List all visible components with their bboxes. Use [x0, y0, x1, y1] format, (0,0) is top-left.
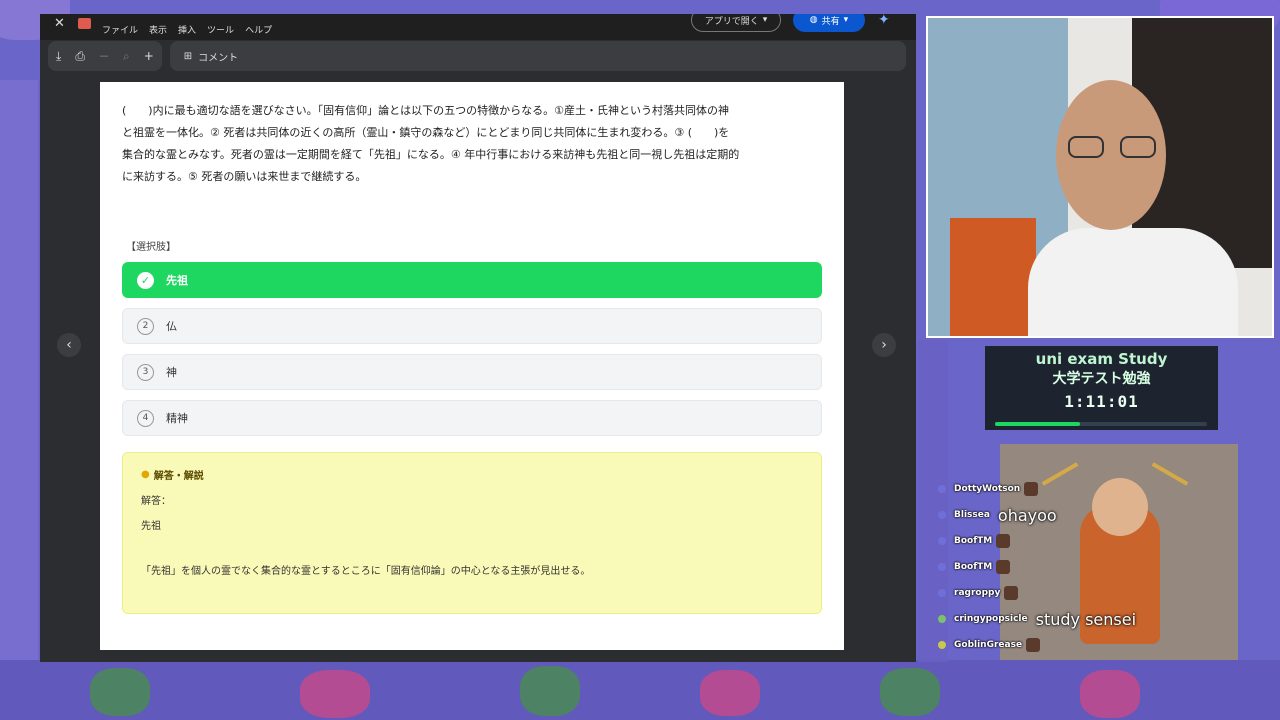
explanation-text: 「先祖」を個人の霊でなく集合的な霊とするところに「固有信仰論」の中心となる主張が… — [141, 566, 591, 577]
chevron-down-icon: ▾ — [843, 15, 849, 25]
chat-username: BoofTM — [954, 562, 993, 572]
menu-help[interactable]: ヘルプ — [245, 23, 272, 36]
close-icon[interactable]: ✕ — [54, 16, 65, 31]
chat-username: GoblinGrease — [954, 640, 1023, 650]
user-badge-icon — [938, 485, 946, 493]
comment-label: コメント — [198, 52, 239, 64]
print-icon[interactable]: ⎙ — [75, 49, 85, 64]
answer-heading-text: 解答・解説 — [153, 471, 204, 482]
globe-icon: ◍ — [809, 15, 818, 25]
timer-title-jp: 大学テスト勉強 — [1052, 371, 1151, 387]
sparkle-icon[interactable]: ✦ — [878, 14, 890, 28]
timer-clock: 1:11:01 — [1064, 392, 1139, 411]
chat-message: Blissea ohayoo — [938, 502, 1238, 528]
chat-username: cringypopsicle — [954, 614, 1028, 624]
chat-message: ragroppy — [938, 580, 1238, 606]
choice-1[interactable]: ✓ 先祖 — [122, 262, 822, 298]
answer-label: 解答： — [141, 496, 171, 507]
choice-number: 4 — [137, 409, 154, 427]
comment-button[interactable]: ⊞ コメント — [169, 41, 906, 71]
user-badge-icon — [938, 537, 946, 545]
question-line: と祖霊を一体化。② 死者は共同体の近くの高所（霊山・鎮守の森など）にとどまり同じ… — [122, 126, 730, 139]
question-line: に来訪する。⑤ 死者の願いは来世まで継続する。 — [122, 170, 367, 183]
dragon-poster — [950, 218, 1036, 336]
chat-username: Blissea — [954, 510, 990, 520]
emote-icon — [1026, 638, 1041, 652]
webcam-feed — [926, 16, 1274, 338]
choice-label: 精神 — [166, 412, 188, 425]
open-with-label: アプリで開く — [704, 16, 759, 27]
user-badge-icon — [938, 511, 946, 519]
lightbulb-icon: ● — [141, 469, 150, 480]
menu-tools[interactable]: ツール — [207, 23, 234, 36]
answer-heading: ● 解答・解説 — [141, 467, 803, 482]
chevron-down-icon: ▾ — [762, 15, 768, 25]
chat-message: GoblinGrease — [938, 632, 1238, 658]
user-badge-icon — [938, 641, 946, 649]
choice-number: 3 — [137, 363, 154, 381]
share-label: 共有 — [821, 16, 840, 27]
image-file-icon — [78, 18, 91, 29]
streamer-body — [1028, 228, 1238, 336]
choice-3[interactable]: 3 神 — [122, 354, 822, 390]
user-badge-icon — [938, 589, 946, 597]
choice-label: 先祖 — [166, 274, 188, 287]
titlebar: ✕ ファイル 表示 挿入 ツール ヘルプ アプリで開く ▾ ◍ 共有 ▾ ✦ — [40, 14, 916, 40]
zoom-in-icon[interactable]: + — [144, 49, 154, 63]
comment-icon: ⊞ — [183, 50, 193, 62]
timer-title-en: uni exam Study — [1035, 350, 1168, 368]
user-badge-icon — [938, 615, 946, 623]
download-icon[interactable]: ⤓ — [56, 49, 61, 64]
menu-view[interactable]: 表示 — [149, 23, 167, 36]
zoom-icon[interactable]: ⌕ — [123, 49, 130, 64]
share-button[interactable]: ◍ 共有 ▾ — [793, 14, 865, 32]
timer-progress-bar — [995, 422, 1207, 426]
open-with-app-button[interactable]: アプリで開く ▾ — [691, 14, 781, 32]
choice-label: 仏 — [166, 320, 177, 333]
emote-icon — [996, 560, 1011, 574]
image-viewer-window: ✕ ファイル 表示 挿入 ツール ヘルプ アプリで開く ▾ ◍ 共有 ▾ ✦ ⤓… — [40, 14, 916, 662]
menu-file[interactable]: ファイル — [102, 23, 138, 36]
chevron-right-icon: › — [881, 337, 887, 353]
answer-value: 先祖 — [141, 521, 161, 532]
question-text: ( )内に最も適切な語を選びなさい。「固有信仰」論とは以下の五つの特徴からなる。… — [122, 100, 826, 188]
choice-number: 2 — [137, 317, 154, 335]
question-line: ( )内に最も適切な語を選びなさい。「固有信仰」論とは以下の五つの特徴からなる。… — [122, 104, 729, 117]
emote-icon — [996, 534, 1011, 548]
chat-message: DottyWotson — [938, 476, 1238, 502]
zoom-out-icon[interactable]: − — [99, 49, 109, 63]
chat-message: BoofTM — [938, 528, 1238, 554]
tool-group: ⤓ ⎙ − ⌕ + — [48, 41, 162, 71]
menu-bar: ファイル 表示 挿入 ツール ヘルプ — [102, 23, 272, 36]
answer-explanation-box: ● 解答・解説 解答： 先祖 「先祖」を個人の霊でなく集合的な霊とするところに「… — [122, 452, 822, 614]
chat-overlay: DottyWotson Blissea ohayoo BoofTM BoofTM… — [938, 476, 1238, 658]
menu-insert[interactable]: 挿入 — [178, 23, 196, 36]
chat-message: cringypopsicle study sensei — [938, 606, 1238, 632]
chat-text: study sensei — [1035, 609, 1137, 629]
chat-username: ragroppy — [954, 588, 1001, 598]
choice-4[interactable]: 4 精神 — [122, 400, 822, 436]
choice-2[interactable]: 2 仏 — [122, 308, 822, 344]
choices-label: 【選択肢】 — [126, 242, 176, 253]
glasses — [1068, 136, 1162, 158]
timer-progress-fill — [995, 422, 1080, 426]
chevron-left-icon: ‹ — [66, 337, 72, 353]
chat-username: DottyWotson — [954, 484, 1021, 494]
choice-label: 神 — [166, 366, 177, 379]
check-icon: ✓ — [137, 271, 154, 289]
user-badge-icon — [938, 563, 946, 571]
emote-icon — [1004, 586, 1019, 600]
toolbar: ⤓ ⎙ − ⌕ + ⊞ コメント — [48, 40, 906, 72]
emote-icon — [1024, 482, 1039, 496]
next-button[interactable]: › — [872, 333, 896, 357]
chat-username: BoofTM — [954, 536, 993, 546]
study-timer-widget: uni exam Study 大学テスト勉強 1:11:01 — [985, 346, 1218, 430]
previous-button[interactable]: ‹ — [57, 333, 81, 357]
document-page: ( )内に最も適切な語を選びなさい。「固有信仰」論とは以下の五つの特徴からなる。… — [100, 82, 844, 650]
chat-text: ohayoo — [997, 505, 1057, 525]
chat-message: BoofTM — [938, 554, 1238, 580]
question-line: 集合的な霊とみなす。死者の霊は一定期間を経て「先祖」になる。④ 年中行事における… — [122, 148, 740, 161]
